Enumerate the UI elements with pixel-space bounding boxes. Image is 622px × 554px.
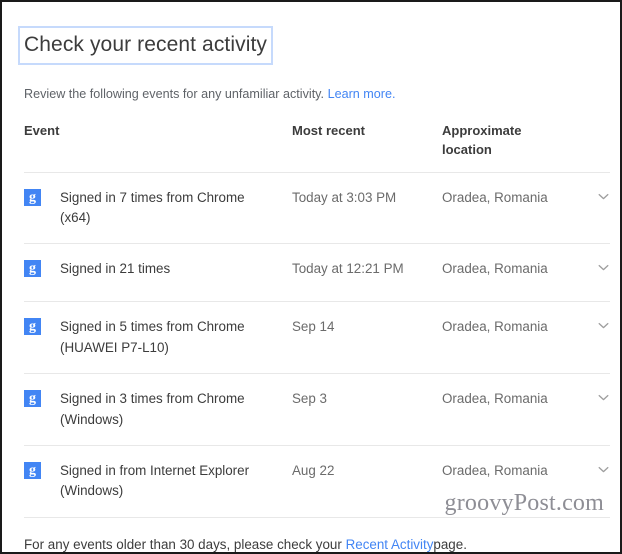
location-value: Oradea, Romania (442, 261, 548, 277)
activity-review-page: Check your recent activity Review the fo… (2, 2, 620, 552)
most-recent-value: Today at 3:03 PM (292, 189, 397, 205)
event-cell: g Signed in 5 times from Chrome (HUAWEI … (24, 317, 292, 358)
table-row[interactable]: g Signed in 21 times Today at 12:21 PM O… (24, 244, 610, 303)
screenshot-frame: Check your recent activity Review the fo… (0, 0, 622, 554)
chevron-down-icon (597, 463, 610, 476)
most-recent-value: Aug 22 (292, 462, 335, 478)
event-description: Signed in 7 times from Chrome (x64) (60, 189, 245, 226)
page-title: Check your recent activity (18, 26, 274, 66)
expand-row-button[interactable] (574, 317, 610, 332)
chevron-down-icon (597, 319, 610, 332)
page-title-container: Check your recent activity (18, 12, 274, 79)
google-g-icon: g (24, 188, 41, 206)
chevron-down-icon (597, 190, 610, 203)
most-recent-value: Sep 3 (292, 391, 327, 407)
table-row[interactable]: g Signed in 5 times from Chrome (HUAWEI … (24, 302, 610, 375)
page-subtitle-text: Review the following events for any unfa… (24, 87, 325, 102)
column-header-approximate-location: Approximate location (442, 123, 522, 157)
expand-row-button[interactable] (574, 259, 610, 274)
table-header-row: Event Most recent Approximate location (24, 122, 610, 173)
event-description: Signed in 3 times from Chrome (Windows) (60, 391, 245, 427)
event-description: Signed in 5 times from Chrome (HUAWEI P7… (60, 319, 245, 355)
chevron-down-icon (597, 261, 610, 274)
google-g-icon: g (24, 318, 41, 336)
chevron-down-icon (597, 391, 610, 404)
google-g-icon: g (24, 390, 41, 408)
older-events-note-suffix: page. (433, 536, 467, 552)
column-header-most-recent: Most recent (292, 123, 365, 138)
recent-activity-table: Event Most recent Approximate location g… (24, 122, 610, 518)
location-value: Oradea, Romania (442, 319, 548, 335)
column-header-event: Event (24, 123, 60, 138)
google-g-icon: g (24, 260, 41, 278)
event-description: Signed in from Internet Explorer (Window… (60, 462, 250, 499)
table-row[interactable]: g Signed in 7 times from Chrome (x64) To… (24, 173, 610, 245)
location-value: Oradea, Romania (442, 391, 548, 407)
event-description: Signed in 21 times (60, 261, 171, 277)
page-subtitle: Review the following events for any unfa… (24, 86, 604, 104)
table-row[interactable]: g Signed in 3 times from Chrome (Windows… (24, 374, 610, 446)
older-events-note-prefix: For any events older than 30 days, pleas… (24, 536, 342, 552)
location-value: Oradea, Romania (442, 189, 548, 205)
google-g-icon: g (24, 461, 41, 479)
expand-row-button[interactable] (574, 461, 610, 476)
expand-row-button[interactable] (574, 188, 610, 203)
watermark: groovyPost.com (444, 490, 604, 516)
learn-more-link[interactable]: Learn more. (328, 87, 396, 101)
event-cell: g Signed in from Internet Explorer (Wind… (24, 461, 292, 502)
expand-row-button[interactable] (574, 389, 610, 404)
event-cell: g Signed in 7 times from Chrome (x64) (24, 188, 292, 229)
recent-activity-link[interactable]: Recent Activity (346, 537, 434, 552)
most-recent-value: Today at 12:21 PM (292, 261, 404, 277)
event-cell: g Signed in 3 times from Chrome (Windows… (24, 389, 292, 430)
event-cell: g Signed in 21 times (24, 259, 292, 279)
most-recent-value: Sep 14 (292, 319, 335, 335)
older-events-note: For any events older than 30 days, pleas… (24, 536, 604, 552)
location-value: Oradea, Romania (442, 462, 548, 478)
